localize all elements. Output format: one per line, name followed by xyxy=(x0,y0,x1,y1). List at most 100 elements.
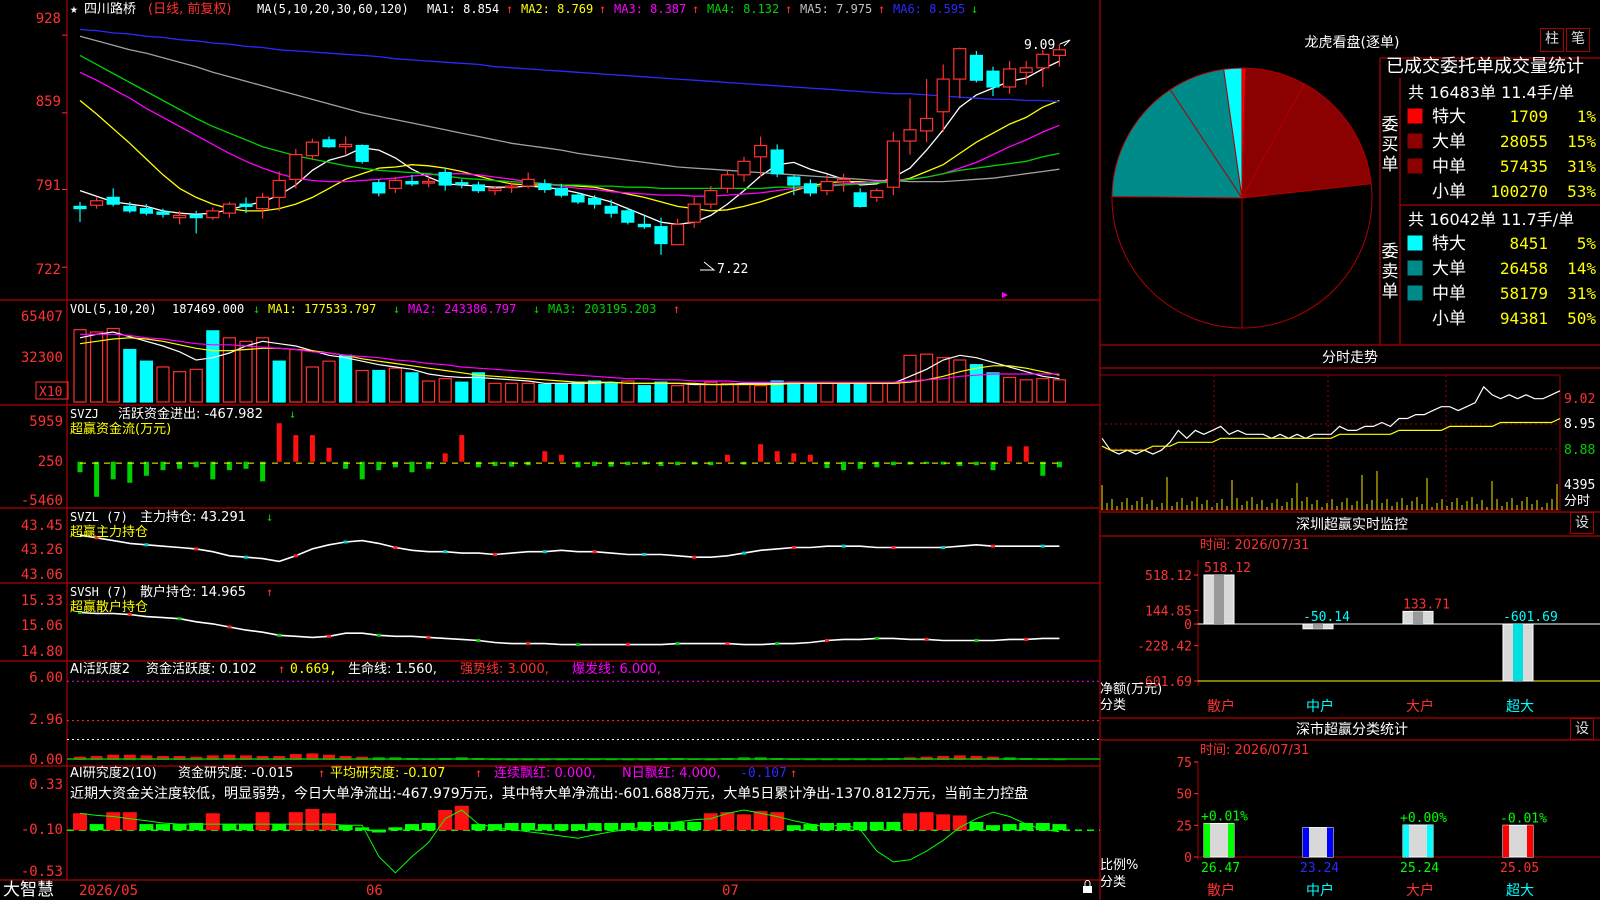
monitor-settings-button[interactable]: 设 xyxy=(1570,512,1594,534)
star-icon[interactable]: ★ xyxy=(70,2,78,17)
research-bar xyxy=(903,813,917,831)
main-holding-line xyxy=(79,534,1060,563)
buy-row-pct: 15% xyxy=(1567,132,1596,151)
dragon-col-head: 已成交委托单成交量统计 xyxy=(1386,56,1584,77)
chart-mode: (日线, 前复权) xyxy=(148,1,231,17)
research-n-day-red: N日飘红: 4.000, xyxy=(622,765,721,781)
buy-side-label: 单 xyxy=(1382,155,1399,175)
stats-category: 超大 xyxy=(1506,883,1534,899)
capital-flow-bar xyxy=(359,461,365,480)
sell-row-pct: 31% xyxy=(1567,284,1596,303)
main-holding-dot xyxy=(642,552,647,556)
candle-body xyxy=(256,196,270,210)
candle-body xyxy=(836,178,851,183)
stats-bar-edge-right xyxy=(1527,825,1533,857)
vol-ma3: MA3: 203195.203 xyxy=(548,302,656,316)
candle-body xyxy=(239,203,253,207)
price-tick-4: 722 xyxy=(36,262,61,278)
vol-ma1-arrow: ↓ xyxy=(393,302,400,316)
volume-bar xyxy=(355,369,369,403)
ma5-value: MA5: 7.975 xyxy=(800,2,872,16)
monitor-bar-value: 133.71 xyxy=(1403,597,1450,612)
retail-holding-dot xyxy=(924,637,929,641)
volume-bar xyxy=(123,348,137,403)
candle-body xyxy=(604,205,618,214)
volume-bar xyxy=(206,330,220,403)
stats-tick-label: 50 xyxy=(1176,788,1192,803)
capital-flow-bar xyxy=(1023,446,1029,462)
candle-body xyxy=(388,179,402,189)
research-bar xyxy=(986,825,1000,831)
candle-body xyxy=(870,190,884,198)
svzl-name: SVZL (7) xyxy=(70,510,128,524)
volume-bar xyxy=(305,366,319,403)
sell-swatch xyxy=(1407,235,1423,251)
main-holding-dot xyxy=(742,551,746,555)
intraday-tick-2: 8.95 xyxy=(1564,417,1595,432)
research-bar xyxy=(255,812,270,831)
monitor-category: 超大 xyxy=(1506,699,1534,715)
brand-logo[interactable]: 大智慧 xyxy=(3,880,54,900)
research-extra: -0.107 xyxy=(740,766,787,781)
intraday-tick-1: 9.02 xyxy=(1564,392,1595,407)
volume-bar xyxy=(986,372,1000,403)
ai-tick-3: 0.00 xyxy=(29,752,63,768)
stats-ylabel: 比例% xyxy=(1100,858,1138,873)
volume-bar xyxy=(139,360,153,403)
candle-body xyxy=(89,200,104,206)
research-bar xyxy=(338,825,353,831)
capital-flow-bar xyxy=(392,461,398,468)
lock-icon[interactable] xyxy=(1083,880,1092,894)
research-average: 平均研究度: -0.107 xyxy=(330,765,445,781)
capital-flow-bar xyxy=(94,461,100,497)
volume-bar xyxy=(853,382,867,403)
main-holding-dot xyxy=(293,554,298,558)
buy-row-value: 57435 xyxy=(1500,157,1548,176)
sell-row-pct: 50% xyxy=(1567,309,1596,328)
cursor-marker-icon xyxy=(1002,292,1008,298)
monitor-category: 散户 xyxy=(1207,698,1235,715)
sell-row-pct: 14% xyxy=(1567,259,1596,278)
capital-flow-bar xyxy=(791,453,797,462)
monitor-bar-value: 518.12 xyxy=(1204,561,1251,576)
volume-bar xyxy=(820,381,834,403)
volume-bar xyxy=(405,372,419,403)
volume-bar xyxy=(339,354,353,403)
research-bar xyxy=(587,823,602,831)
monitor-ylabel: 净额(万元) xyxy=(1100,682,1162,697)
svzl-tick-1: 43.45 xyxy=(21,518,63,534)
price-tick-1: 928 xyxy=(36,11,61,27)
stats-bar-value: 25.05 xyxy=(1500,861,1539,876)
month-06: 06 xyxy=(366,883,383,899)
research-bar xyxy=(770,812,785,831)
research-bar xyxy=(139,824,154,831)
bar-mode-button[interactable]: 柱 xyxy=(1540,28,1564,52)
stats-bar-edge-left xyxy=(1204,823,1210,857)
retail-holding-dot xyxy=(625,643,630,647)
candle-body xyxy=(206,210,220,219)
candle-body xyxy=(903,129,917,142)
candle-body xyxy=(1036,53,1050,69)
research-bar xyxy=(156,824,170,831)
volume-bar xyxy=(587,380,602,403)
stats-bar-edge-left xyxy=(1403,825,1409,857)
stats-time: 时间: 2026/07/31 xyxy=(1200,743,1309,758)
capital-flow-bar xyxy=(575,461,581,468)
stats-title: 深市超赢分类统计 xyxy=(1296,721,1408,738)
candle-body xyxy=(770,149,784,175)
svzj-name: SVZJ xyxy=(70,407,99,421)
volume-bar xyxy=(737,383,751,403)
vol-ma3-arrow: ↑ xyxy=(673,302,680,316)
pen-mode-button[interactable]: 笔 xyxy=(1566,28,1590,52)
candle-body xyxy=(289,153,303,180)
capital-flow-bar xyxy=(625,461,631,466)
capital-flow-bar xyxy=(592,461,598,466)
candle-body xyxy=(488,187,502,192)
stats-settings-button[interactable]: 设 xyxy=(1570,718,1594,740)
candle-body xyxy=(455,182,469,185)
candle-body xyxy=(571,194,585,203)
research-bar xyxy=(1052,824,1067,831)
volume-bar xyxy=(73,329,87,403)
stats-bar-value: 25.24 xyxy=(1400,861,1439,876)
svzl-subtitle: 超赢主力持仓 xyxy=(70,524,148,540)
